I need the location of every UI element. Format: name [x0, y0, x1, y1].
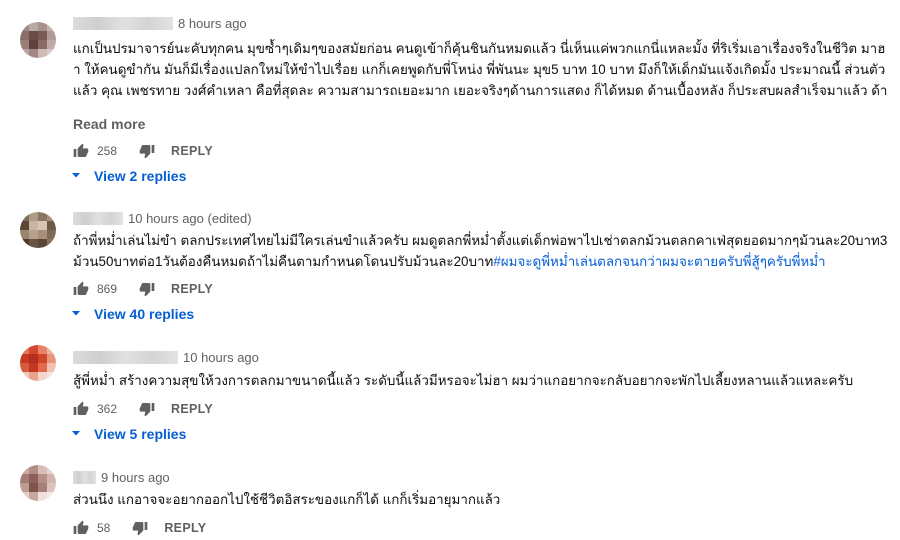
- view-replies-button[interactable]: View 2 replies: [70, 168, 186, 184]
- like-count: 362: [97, 402, 118, 416]
- like-count: 58: [97, 521, 111, 535]
- thumbs-down-icon[interactable]: [139, 401, 155, 417]
- thumbs-down-icon[interactable]: [139, 281, 155, 297]
- avatar[interactable]: [20, 22, 56, 58]
- reply-button[interactable]: REPLY: [164, 521, 206, 535]
- comment-text: ส่วนนึง แกอาจจะอยากออกไปใช้ชีวิตอิสระของ…: [73, 492, 501, 507]
- author-name[interactable]: [73, 17, 173, 30]
- comment-header: 8 hours ago: [73, 16, 247, 31]
- comment-header: 10 hours ago: [73, 350, 259, 365]
- comment-header: 10 hours ago (edited): [73, 211, 252, 226]
- comment-actions: 58 REPLY: [73, 518, 206, 538]
- thumbs-down-icon[interactable]: [132, 520, 148, 536]
- comment-timestamp[interactable]: 10 hours ago: [183, 350, 259, 365]
- comment-actions: 258 REPLY: [73, 141, 213, 161]
- view-replies-button[interactable]: View 5 replies: [70, 426, 186, 442]
- comment-timestamp[interactable]: 9 hours ago: [101, 470, 170, 485]
- thumbs-up-icon[interactable]: [73, 281, 89, 297]
- author-name[interactable]: [73, 471, 96, 484]
- reply-button[interactable]: REPLY: [171, 402, 213, 416]
- comment-text: ถ้าพี่หม่ำเล่นไม่ขำ ตลกประเทศไทยไม่มีใคร…: [73, 230, 889, 272]
- comment-header: 9 hours ago: [73, 470, 170, 485]
- comment-text: สู้พี่หม่ำ สร้างความสุขให้วงการตลกมาขนาด…: [73, 373, 854, 388]
- caret-down-icon: [70, 168, 82, 184]
- author-name[interactable]: [73, 212, 123, 225]
- comment-actions: 362 REPLY: [73, 399, 213, 419]
- comment-actions: 869 REPLY: [73, 279, 213, 299]
- view-replies-label: View 40 replies: [94, 306, 195, 322]
- hashtag-link[interactable]: #ผมจะดูพี่หม่ำเล่นตลกจนกว่าผมจะตายครับพี…: [493, 254, 825, 269]
- caret-down-icon: [70, 426, 82, 442]
- comment-text: แกเป็นปรมาจารย์นะคับทุกคน มุขซ้ำๆเดิมๆขอ…: [73, 41, 888, 98]
- caret-down-icon: [70, 306, 82, 322]
- like-count: 258: [97, 144, 118, 158]
- thumbs-up-icon[interactable]: [73, 143, 89, 159]
- avatar[interactable]: [20, 345, 56, 381]
- thumbs-down-icon[interactable]: [139, 143, 155, 159]
- thumbs-up-icon[interactable]: [73, 401, 89, 417]
- avatar[interactable]: [20, 465, 56, 501]
- reply-button[interactable]: REPLY: [171, 282, 213, 296]
- like-count: 869: [97, 282, 118, 296]
- thumbs-up-icon[interactable]: [73, 520, 89, 536]
- reply-button[interactable]: REPLY: [171, 144, 213, 158]
- view-replies-button[interactable]: View 40 replies: [70, 306, 194, 322]
- author-name[interactable]: [73, 351, 178, 364]
- comment-timestamp[interactable]: 10 hours ago (edited): [128, 211, 252, 226]
- read-more-link[interactable]: Read more: [73, 116, 145, 132]
- avatar[interactable]: [20, 212, 56, 248]
- view-replies-label: View 2 replies: [94, 168, 187, 184]
- comment-timestamp[interactable]: 8 hours ago: [178, 16, 247, 31]
- view-replies-label: View 5 replies: [94, 426, 187, 442]
